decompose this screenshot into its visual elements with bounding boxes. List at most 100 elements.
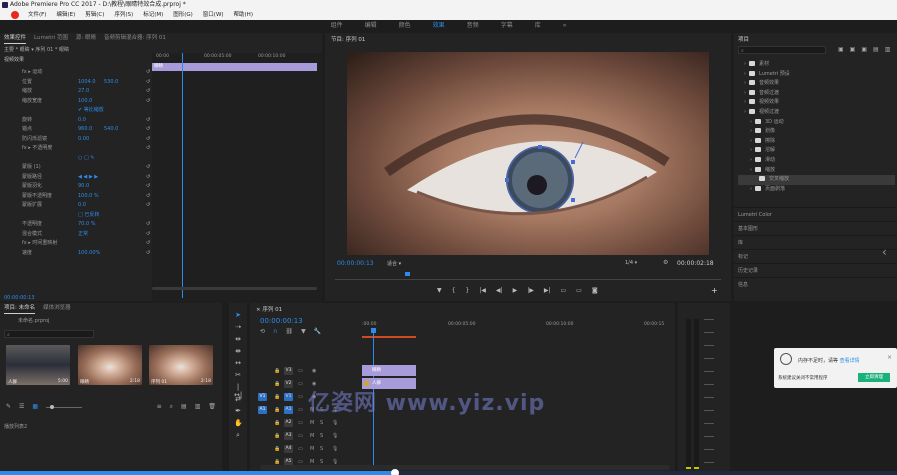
tree-arrow-icon[interactable]: › xyxy=(750,157,752,163)
quality-dropdown[interactable]: 1/4 ▾ xyxy=(625,260,637,266)
menu-item-7[interactable]: 帮助(H) xyxy=(234,10,253,20)
tree-arrow-icon[interactable]: › xyxy=(750,128,752,134)
lock-icon[interactable]: 🔒 xyxy=(274,391,280,404)
tree-arrow-icon[interactable]: › xyxy=(750,186,752,192)
program-scrubber[interactable] xyxy=(335,272,721,280)
effect-clip-bar[interactable]: 眼睛 xyxy=(152,63,317,71)
workspace-tab-2[interactable]: 颜色 xyxy=(388,20,422,32)
effects-tree-item[interactable]: › 缩放 xyxy=(738,166,895,176)
property-value[interactable]: 正常 xyxy=(78,230,88,240)
program-timecode-current[interactable]: 00:00:00:13 xyxy=(337,260,374,267)
reset-icon[interactable]: ↺ xyxy=(146,125,150,135)
fit-dropdown[interactable]: 适合 ▾ xyxy=(387,260,401,267)
lock-icon[interactable]: 🔒 xyxy=(274,417,280,430)
effects-tree-item[interactable]: › 溶解 xyxy=(738,146,895,156)
property-value[interactable]: ◀ ◀ ▶ ▶ xyxy=(78,173,98,183)
icon-view-icon[interactable]: ▦ xyxy=(32,403,38,411)
effects-tree-item[interactable]: › 音频过渡 xyxy=(738,89,895,99)
delete-icon[interactable]: ▥ xyxy=(885,46,891,53)
effect-scrollbar[interactable] xyxy=(152,287,317,290)
program-playhead[interactable] xyxy=(405,272,410,276)
source-patch-A1[interactable]: A1 xyxy=(258,406,267,414)
property-value[interactable]: 90.0 xyxy=(78,182,89,192)
effects-section-2[interactable]: 库 xyxy=(734,235,897,249)
workspace-tab-7[interactable]: » xyxy=(552,20,578,32)
effects-tree-item[interactable]: › 滑动 xyxy=(738,156,895,166)
32bit-effects-icon[interactable]: ▣ xyxy=(850,46,856,53)
selection-tool-icon[interactable]: ➤ xyxy=(234,311,242,319)
rolling-edit-tool-icon[interactable]: ⇼ xyxy=(234,347,242,355)
sync-lock-icon[interactable]: ▭ xyxy=(298,378,303,391)
effect-tab-3[interactable]: 音频剪辑混合器: 序列 01 xyxy=(104,33,166,44)
bottom-progress-bar[interactable] xyxy=(0,469,897,475)
menu-item-6[interactable]: 窗口(W) xyxy=(203,10,224,20)
property-value[interactable]: 0.00 xyxy=(78,135,89,145)
property-value[interactable]: ✔ 等比缩放 xyxy=(78,106,104,116)
property-value-2[interactable]: 530.0 xyxy=(104,78,118,88)
extract-icon[interactable]: ▭ xyxy=(576,287,582,294)
tree-arrow-icon[interactable]: › xyxy=(744,109,746,115)
solo-icon[interactable]: S xyxy=(320,430,323,443)
effects-tree-item[interactable]: › Lumetri 预设 xyxy=(738,70,895,80)
bottom-progress-handle[interactable] xyxy=(391,469,399,475)
property-value[interactable]: 27.0 xyxy=(78,87,89,97)
effects-section-4[interactable]: 历史记录 xyxy=(734,263,897,277)
menu-item-4[interactable]: 标记(M) xyxy=(143,10,163,20)
find-icon[interactable]: ⌕ xyxy=(170,403,173,411)
reset-icon[interactable]: ↺ xyxy=(146,201,150,211)
mute-icon[interactable]: M xyxy=(310,430,314,443)
effect-tab-1[interactable]: Lumetri 范围 xyxy=(34,33,68,44)
timeline-settings-icon[interactable]: 🔧 xyxy=(314,328,321,335)
workspace-tab-0[interactable]: 组件 xyxy=(320,20,354,32)
reset-icon[interactable]: ↺ xyxy=(146,173,150,183)
solo-icon[interactable]: S xyxy=(320,443,323,456)
sync-lock-icon[interactable]: ▭ xyxy=(298,443,303,456)
sync-lock-icon[interactable]: ▭ xyxy=(298,391,303,404)
mic-icon[interactable]: 🎙 xyxy=(332,430,338,443)
menu-item-5[interactable]: 图形(G) xyxy=(173,10,193,20)
new-bin-icon[interactable]: ▤ xyxy=(181,403,187,411)
mark-out-icon[interactable]: } xyxy=(465,287,469,294)
track-target-A3[interactable]: A3 xyxy=(284,432,293,440)
slip-tool-icon[interactable]: |↔| xyxy=(234,383,242,399)
property-value[interactable]: 100.00% xyxy=(78,249,100,259)
close-icon[interactable]: × xyxy=(887,354,892,361)
mic-icon[interactable]: 🎙 xyxy=(332,417,338,430)
property-value-2[interactable]: 540.0 xyxy=(104,125,118,135)
step-back-icon[interactable]: ◀| xyxy=(496,287,503,294)
new-bin-icon[interactable]: ▤ xyxy=(873,46,879,53)
effect-tab-0[interactable]: 效果控件 xyxy=(4,33,27,44)
lock-icon[interactable]: 🔒 xyxy=(274,365,280,378)
yuv-effects-icon[interactable]: ▣ xyxy=(861,46,867,53)
lift-icon[interactable]: ▭ xyxy=(560,287,566,294)
thumbnail-sequence[interactable]: 序列 01 2:18 xyxy=(149,345,213,385)
reset-icon[interactable]: ↺ xyxy=(146,135,150,145)
lock-icon[interactable]: 🔒 xyxy=(274,430,280,443)
add-marker-icon[interactable]: ▼ xyxy=(437,287,442,294)
workspace-tab-6[interactable]: 库 xyxy=(524,20,552,32)
reset-icon[interactable]: ↺ xyxy=(146,163,150,173)
sync-lock-icon[interactable]: ▭ xyxy=(298,365,303,378)
track-target-V2[interactable]: V2 xyxy=(284,380,293,388)
effects-section-5[interactable]: 信息 xyxy=(734,277,897,291)
sort-icon[interactable]: ≡ xyxy=(157,403,162,411)
property-value[interactable]: 960.0 xyxy=(78,125,92,135)
effects-tree-item[interactable]: 交叉缩放 xyxy=(738,175,895,185)
eye-icon[interactable]: ◉ xyxy=(312,365,316,378)
effects-tree-item[interactable]: › 页面剥落 xyxy=(738,185,895,195)
mute-icon[interactable]: M xyxy=(310,443,314,456)
bin-search-input[interactable]: ⌕ xyxy=(4,330,94,338)
step-forward-icon[interactable]: |▶ xyxy=(527,287,534,294)
nest-icon[interactable]: ⟲ xyxy=(260,328,265,335)
menu-item-3[interactable]: 序列(S) xyxy=(114,10,133,20)
property-value[interactable]: 100.0 xyxy=(78,97,92,107)
video-frame[interactable] xyxy=(347,52,709,255)
workspace-tab-1[interactable]: 编辑 xyxy=(354,20,388,32)
rate-stretch-tool-icon[interactable]: ↔ xyxy=(234,359,242,367)
property-value[interactable]: 1004.0 xyxy=(78,78,96,88)
reset-icon[interactable]: ↺ xyxy=(146,230,150,240)
list-view-icon[interactable]: ☰ xyxy=(19,403,24,411)
pen-tool-icon[interactable]: ✒ xyxy=(234,407,242,415)
mic-icon[interactable]: 🎙 xyxy=(332,443,338,456)
reset-icon[interactable]: ↺ xyxy=(146,192,150,202)
